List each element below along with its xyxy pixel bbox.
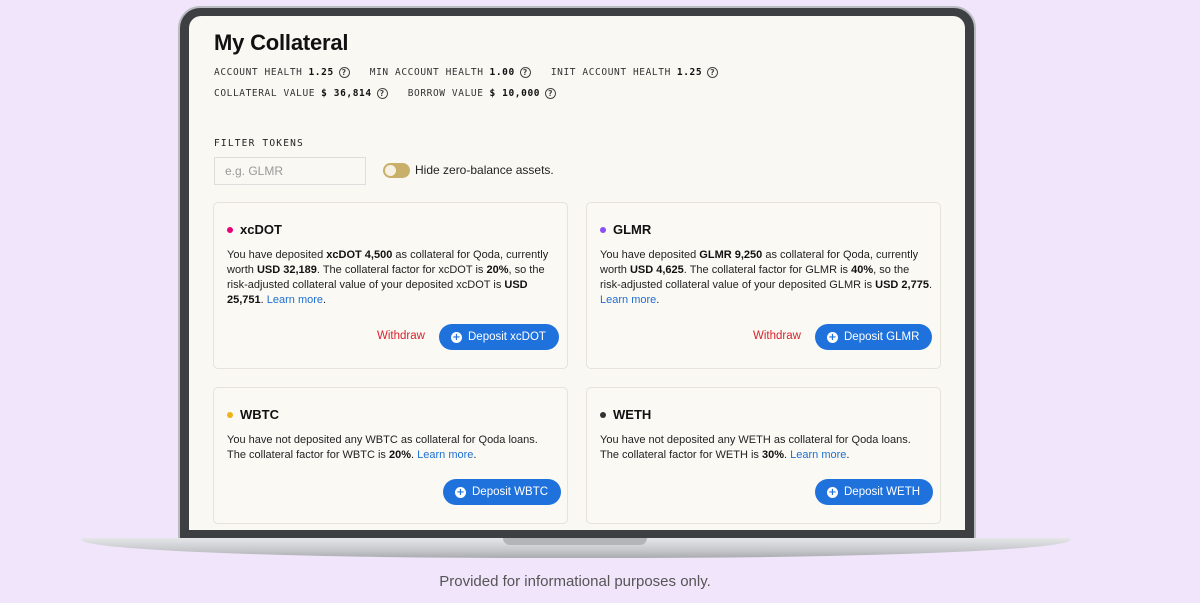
- token-name: WETH: [613, 407, 652, 422]
- stat-value: 1.00: [489, 67, 515, 78]
- collateral-card-weth: WETH You have not deposited any WETH as …: [586, 387, 941, 524]
- collateral-factor: 30%: [762, 449, 785, 461]
- stat-label: COLLATERAL VALUE: [214, 88, 316, 99]
- button-label: Deposit GLMR: [844, 331, 920, 343]
- min-account-health-stat: MIN ACCOUNT HEALTH 1.00 ?: [370, 67, 531, 78]
- laptop-notch: [503, 538, 647, 545]
- help-icon[interactable]: ?: [338, 67, 350, 78]
- deposited-worth: USD 4,625: [629, 264, 684, 276]
- filter-tokens-input[interactable]: [214, 157, 366, 185]
- app-screen: My Collateral ACCOUNT HEALTH 1.25 ? MIN …: [189, 16, 965, 530]
- deposit-glmr-button[interactable]: + Deposit GLMR: [815, 324, 933, 350]
- learn-more-link[interactable]: Learn more: [267, 294, 323, 306]
- card-description: You have not deposited any WBTC as colla…: [227, 434, 538, 461]
- risk-adjusted-value: USD 2,775: [875, 279, 929, 291]
- learn-more-link[interactable]: Learn more: [790, 449, 846, 461]
- deposit-weth-button[interactable]: + Deposit WETH: [815, 479, 934, 505]
- button-label: Deposit WBTC: [472, 486, 549, 498]
- token-dot: [600, 226, 606, 233]
- token-dot: [227, 411, 233, 418]
- help-icon[interactable]: ?: [519, 67, 531, 78]
- card-header: xcDOT: [227, 222, 282, 237]
- card-header: GLMR: [600, 222, 651, 237]
- help-icon[interactable]: ?: [376, 88, 388, 99]
- stat-value: 1.25: [676, 67, 703, 78]
- card-header: WBTC: [227, 407, 279, 422]
- help-icon[interactable]: ?: [707, 67, 719, 78]
- stat-label: INIT ACCOUNT HEALTH: [550, 67, 671, 78]
- stat-label: MIN ACCOUNT HEALTH: [369, 67, 484, 78]
- deposited-amount: xcDOT 4,500: [326, 249, 393, 261]
- collateral-factor: 20%: [389, 449, 412, 461]
- token-dot: [227, 226, 233, 233]
- help-icon[interactable]: ?: [545, 88, 557, 99]
- stat-label: BORROW VALUE: [407, 88, 484, 99]
- stat-value: 1.25: [308, 67, 334, 78]
- collateral-factor: 20%: [486, 264, 509, 276]
- collateral-card-wbtc: WBTC You have not deposited any WBTC as …: [213, 387, 568, 524]
- page-title: My Collateral: [214, 30, 349, 55]
- learn-more-link[interactable]: Learn more: [600, 294, 656, 306]
- collateral-card-glmr: GLMR You have deposited GLMR 9,250 as co…: [586, 202, 941, 369]
- deposited-worth: USD 32,189: [256, 264, 317, 276]
- plus-circle-icon: +: [451, 331, 462, 343]
- borrow-value-stat: BORROW VALUE $ 10,000 ?: [407, 88, 557, 99]
- informational-note: Provided for informational purposes only…: [439, 573, 711, 590]
- collateral-card-xcdot: xcDOT You have deposited xcDOT 4,500 as …: [213, 202, 568, 369]
- account-health-stat: ACCOUNT HEALTH 1.25 ?: [214, 67, 350, 78]
- learn-more-link[interactable]: Learn more: [417, 449, 473, 461]
- deposited-amount: GLMR 9,250: [699, 249, 763, 261]
- hide-zero-balance-toggle[interactable]: [383, 163, 410, 178]
- collateral-value-stat: COLLATERAL VALUE $ 36,814 ?: [214, 88, 388, 99]
- card-description: You have not deposited any WETH as colla…: [600, 434, 911, 461]
- health-stats-row: ACCOUNT HEALTH 1.25 ? MIN ACCOUNT HEALTH…: [214, 67, 738, 78]
- card-header: WETH: [600, 407, 651, 422]
- toggle-label: Hide zero-balance assets.: [415, 163, 554, 177]
- token-dot: [600, 411, 606, 418]
- deposit-xcdot-button[interactable]: + Deposit xcDOT: [439, 324, 559, 350]
- init-account-health-stat: INIT ACCOUNT HEALTH 1.25 ?: [550, 67, 719, 78]
- stat-value: $ 10,000: [489, 88, 541, 99]
- toggle-knob: [385, 165, 396, 176]
- stat-value: $ 36,814: [321, 88, 372, 99]
- button-label: Deposit xcDOT: [468, 331, 546, 343]
- value-stats-row: COLLATERAL VALUE $ 36,814 ? BORROW VALUE…: [214, 88, 576, 99]
- card-description: You have deposited xcDOT 4,500 as collat…: [227, 249, 549, 306]
- button-label: Deposit WETH: [844, 486, 921, 498]
- plus-circle-icon: +: [827, 486, 838, 498]
- withdraw-button[interactable]: Withdraw: [377, 330, 425, 342]
- card-description: You have deposited GLMR 9,250 as collate…: [600, 249, 933, 306]
- withdraw-button[interactable]: Withdraw: [753, 330, 801, 342]
- token-name: xcDOT: [240, 222, 282, 237]
- plus-circle-icon: +: [827, 331, 838, 343]
- token-name: GLMR: [613, 222, 652, 237]
- deposit-wbtc-button[interactable]: + Deposit WBTC: [443, 479, 562, 505]
- token-name: WBTC: [240, 407, 279, 422]
- collateral-factor: 40%: [851, 264, 874, 276]
- plus-circle-icon: +: [455, 486, 466, 498]
- stat-label: ACCOUNT HEALTH: [214, 67, 303, 78]
- filter-label: FILTER TOKENS: [214, 138, 304, 149]
